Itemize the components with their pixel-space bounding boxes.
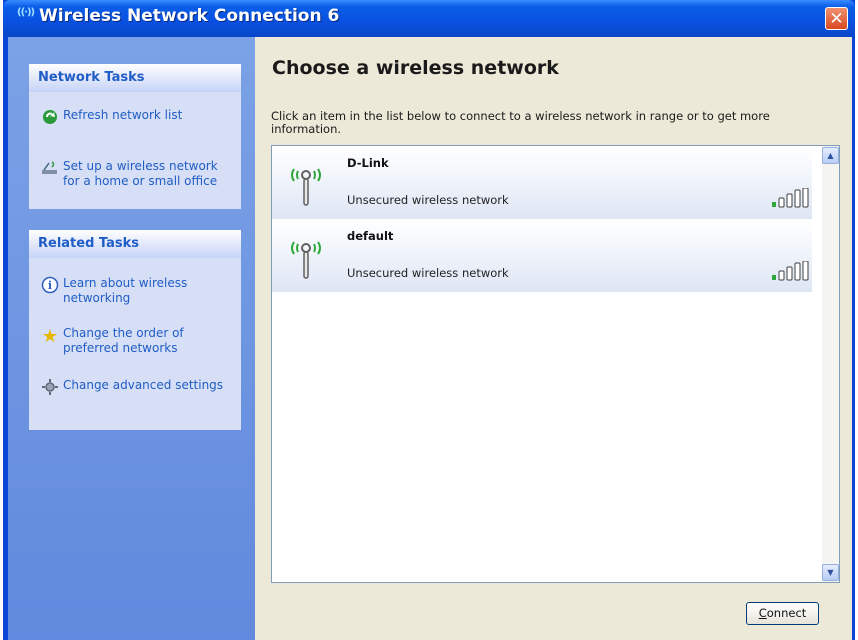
- network-item-d-link[interactable]: D-Link Unsecured wireless network: [272, 147, 812, 219]
- wireless-antenna-icon: [291, 168, 321, 206]
- task-setup-wireless-network[interactable]: Set up a wireless network for a home or …: [37, 159, 233, 189]
- connect-button[interactable]: Connect: [746, 602, 819, 625]
- wireless-network-window: ((·)) Wireless Network Connection 6 ✕ Ne…: [3, 0, 855, 640]
- chevron-down-icon: ▼: [827, 568, 834, 577]
- network-tasks-heading[interactable]: Network Tasks: [29, 64, 241, 92]
- network-tasks-panel: Network Tasks Refresh network list Set u…: [29, 64, 241, 209]
- wireless-antenna-icon: [291, 241, 321, 279]
- connect-accelerator: C: [758, 606, 767, 620]
- task-change-advanced-settings[interactable]: Change advanced settings: [37, 378, 233, 400]
- close-button[interactable]: ✕: [825, 7, 848, 30]
- learn-about-wireless-label: Learn about wireless networking: [63, 276, 188, 305]
- network-name: D-Link: [347, 156, 389, 170]
- task-sidebar: Network Tasks Refresh network list Set u…: [8, 37, 255, 640]
- wireless-network-icon: ((·)): [17, 7, 35, 18]
- change-advanced-settings-label: Change advanced settings: [63, 378, 224, 392]
- info-icon: i: [37, 276, 63, 298]
- main-content: Choose a wireless network Click an item …: [255, 37, 852, 640]
- page-title: Choose a wireless network: [272, 57, 559, 79]
- settings-icon: [37, 378, 63, 400]
- vertical-scrollbar[interactable]: ▲ ▼: [822, 146, 839, 582]
- refresh-network-list-label: Refresh network list: [63, 108, 183, 122]
- scroll-down-button[interactable]: ▼: [822, 564, 839, 581]
- close-icon: ✕: [829, 9, 844, 29]
- scroll-up-button[interactable]: ▲: [822, 147, 839, 164]
- star-icon: ★: [41, 326, 59, 347]
- title-bar[interactable]: ((·)) Wireless Network Connection 6 ✕: [3, 0, 855, 37]
- window-title: Wireless Network Connection 6: [39, 6, 340, 26]
- refresh-icon: [37, 108, 63, 130]
- network-name: default: [347, 229, 394, 243]
- instructions-text: Click an item in the list below to conne…: [271, 109, 770, 136]
- related-tasks-heading[interactable]: Related Tasks: [29, 230, 241, 258]
- setup-wireless-network-label: Set up a wireless network for a home or …: [63, 159, 218, 188]
- signal-strength-icon: [772, 188, 809, 208]
- svg-text:i: i: [48, 279, 52, 292]
- chevron-up-icon: ▲: [827, 151, 834, 160]
- network-security-status: Unsecured wireless network: [347, 193, 509, 207]
- signal-strength-icon: [772, 261, 809, 281]
- related-tasks-panel: Related Tasks i Learn about wireless net…: [29, 230, 241, 430]
- connect-label: onnect: [766, 606, 807, 620]
- wireless-setup-icon: [37, 159, 63, 181]
- wireless-network-list[interactable]: D-Link Unsecured wireless network defaul…: [271, 145, 840, 583]
- task-change-preferred-order[interactable]: ★ Change the order of preferred networks: [37, 326, 233, 356]
- network-item-default[interactable]: default Unsecured wireless network: [272, 220, 812, 292]
- network-security-status: Unsecured wireless network: [347, 266, 509, 280]
- task-refresh-network-list[interactable]: Refresh network list: [37, 108, 233, 130]
- task-learn-about-wireless[interactable]: i Learn about wireless networking: [37, 276, 233, 306]
- change-preferred-order-label: Change the order of preferred networks: [63, 326, 184, 355]
